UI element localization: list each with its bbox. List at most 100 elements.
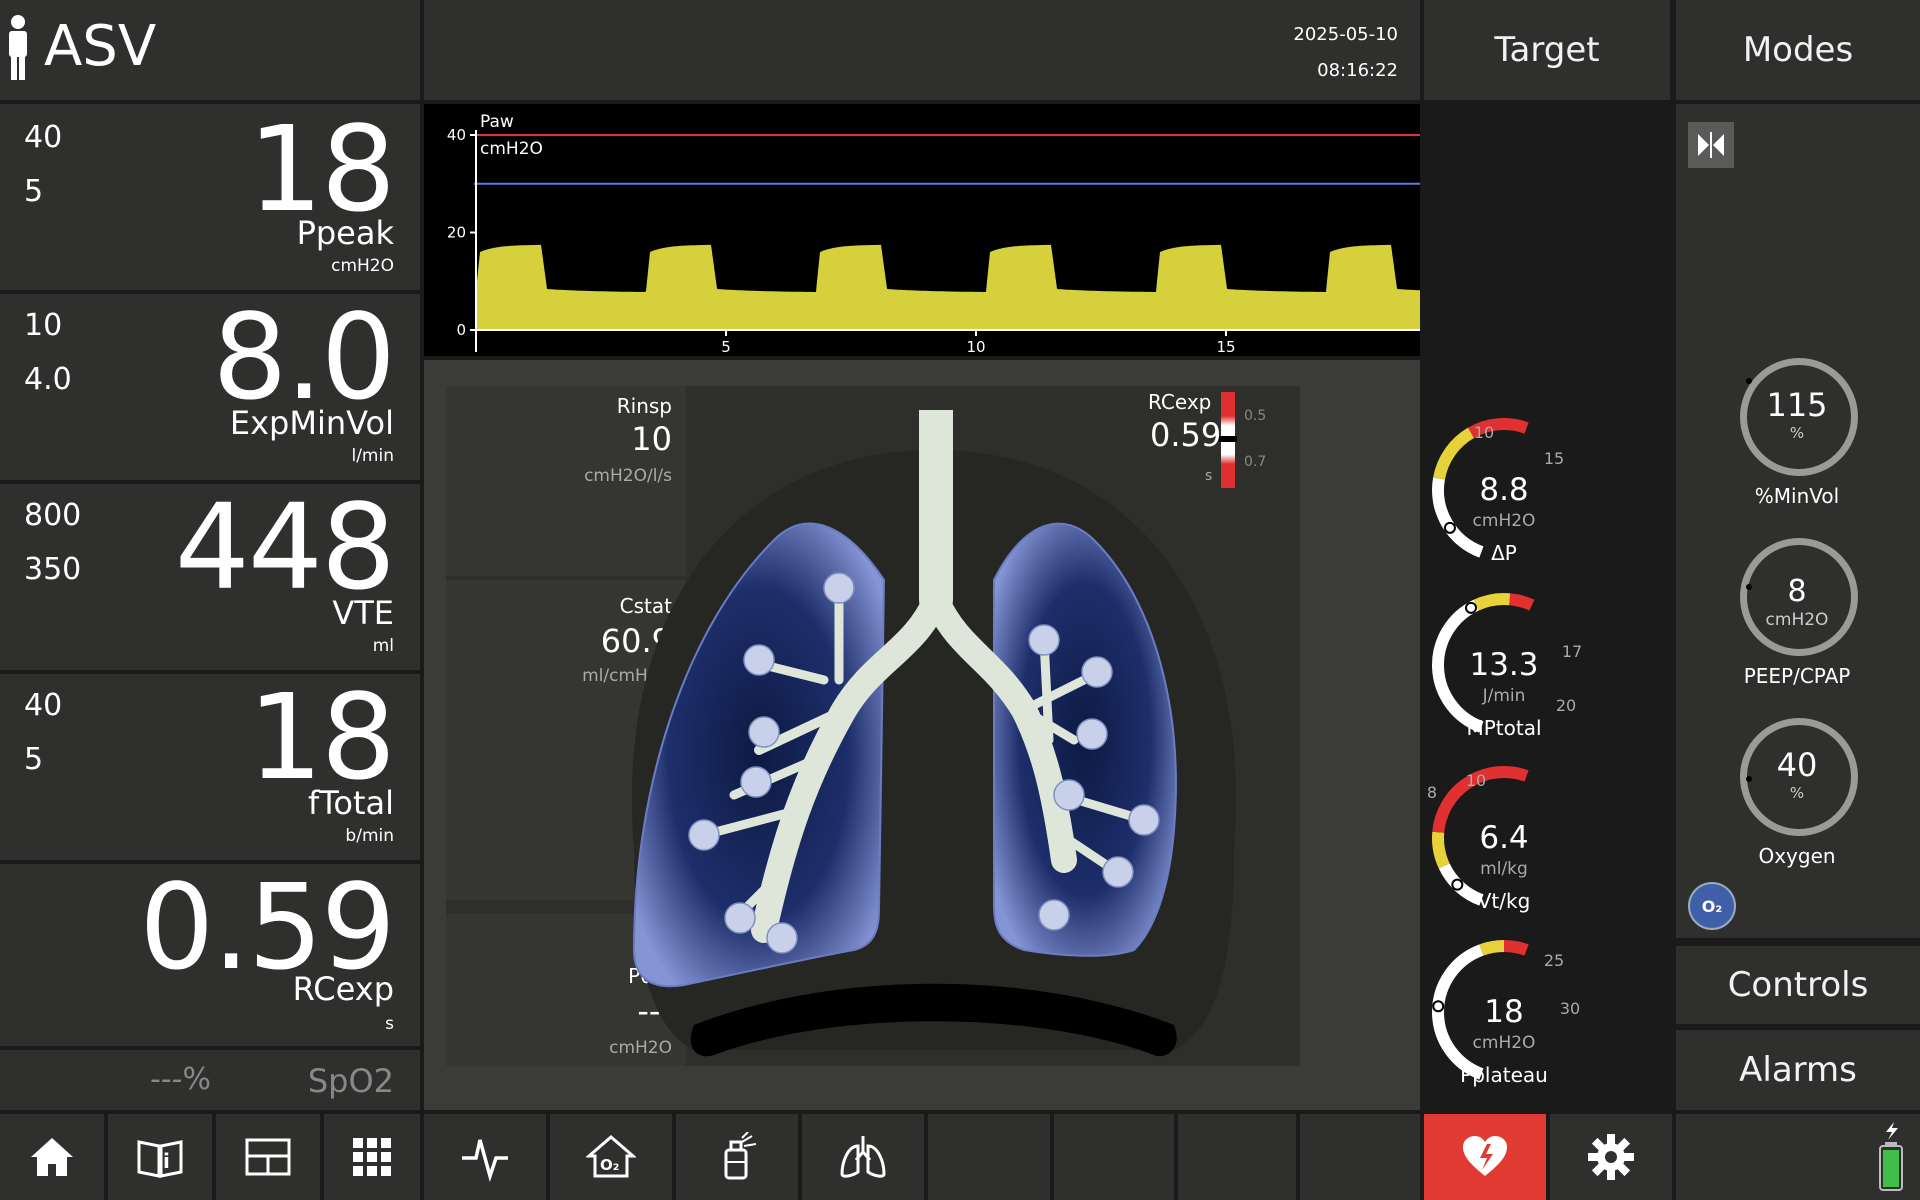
alarm-status-button[interactable] [1424, 1114, 1546, 1200]
setting-value: 115 [1766, 386, 1828, 424]
gauge-value: 6.4 [1479, 820, 1528, 856]
modes-label: Modes [1742, 30, 1854, 70]
rcexp-indicator-value: 0.59 [1150, 416, 1222, 454]
lung-graphic [631, 410, 1237, 1057]
system-settings-button[interactable] [1550, 1114, 1672, 1200]
gauge-value: 8.8 [1479, 472, 1528, 508]
gauge-indicator [1465, 601, 1477, 614]
gauge-limit-mark: 10 [1466, 771, 1486, 790]
setting-name: %MinVol [1754, 484, 1840, 508]
empty-nav-slot-3 [1178, 1114, 1296, 1200]
lungs-icon [840, 1136, 886, 1178]
setting-value: 8 [1787, 574, 1807, 609]
gauge-arc-segment [1479, 940, 1505, 956]
gauge-arc-segment [1508, 593, 1535, 611]
header-bar: 2025-05-10 08:16:22 [424, 0, 1420, 100]
collapse-panel-button[interactable] [1688, 122, 1734, 168]
apps-button[interactable] [324, 1114, 420, 1200]
y-tick-label: 40 [447, 126, 466, 144]
nebulizer-button[interactable] [676, 1114, 798, 1200]
layout-button[interactable] [216, 1114, 320, 1200]
maneuvers-button[interactable] [424, 1114, 546, 1200]
controls-label: Controls [1727, 965, 1869, 1005]
param-expminvol[interactable]: 10 4.0 8.0 ExpMinVol l/min [0, 294, 420, 480]
ftotal-unit: b/min [345, 826, 394, 846]
setting-oxygen[interactable]: 40% Oxygen [1738, 716, 1858, 886]
setting--minvol[interactable]: 115% %MinVol [1738, 356, 1858, 526]
layout-icon [245, 1138, 291, 1176]
setting-peep-cpap[interactable]: 8 cmH2O PEEP/CPAP [1738, 536, 1858, 706]
gauge-name: Pplateau [1460, 1063, 1548, 1087]
rcexp-unit: s [385, 1014, 394, 1034]
setting-unit: % [1789, 424, 1805, 442]
ppeak-low-limit: 5 [24, 174, 44, 209]
gauge-limit-mark: 17 [1562, 642, 1582, 661]
setting-name: Oxygen [1758, 844, 1836, 868]
gauge-name: MPtotal [1466, 716, 1541, 740]
target-button[interactable]: Target [1424, 0, 1670, 100]
setting-unit: % [1789, 784, 1805, 802]
settings-panel: 115% %MinVol 8 cmH2O PEEP/CPAP 40% Oxygen O₂ [1676, 104, 1920, 938]
param-spo2[interactable]: ---% SpO2 [0, 1050, 420, 1110]
waveform-icon [462, 1139, 508, 1182]
o2-enrichment-button[interactable]: O₂ [1688, 882, 1736, 930]
mode-display[interactable]: ASV [0, 0, 420, 100]
intelligent-panel-gauges: 8.8 cmH2O ΔP 10 15 13.3 J/min MPtotal 17 20 6.4 ml/… [1427, 418, 1582, 1087]
paw-unit: cmH2O [480, 139, 543, 159]
o2-therapy-button[interactable]: O₂ [550, 1114, 672, 1200]
x-tick-label: 15 [1216, 338, 1235, 356]
alarms-label: Alarms [1739, 1050, 1857, 1090]
gauge-arc-segment [1503, 940, 1529, 956]
ppeak-unit: cmH2O [331, 256, 394, 276]
pressure-waveform[interactable]: 402005101520 Paw cmH2O s [424, 104, 1420, 356]
y-tick-label: 0 [456, 321, 466, 339]
empty-nav-slot-2 [1054, 1114, 1174, 1200]
ppeak-name: Ppeak [296, 214, 394, 252]
param-ppeak[interactable]: 40 5 18 Ppeak cmH2O [0, 104, 420, 290]
y-tick-label: 20 [447, 224, 466, 242]
help-button[interactable]: i [108, 1114, 212, 1200]
param-rcexp[interactable]: 0.59 RCexp s [0, 864, 420, 1046]
gauge-1: 13.3 J/min MPtotal 17 20 [1432, 593, 1582, 740]
home-button[interactable] [0, 1114, 104, 1200]
ftotal-value: 18 [247, 668, 396, 806]
info-book-icon: i [137, 1140, 183, 1178]
gauge-indicator [1432, 1000, 1445, 1013]
empty-nav-slot-1 [928, 1114, 1050, 1200]
paw-waveform-trace [476, 244, 1420, 330]
gauge-arc-segment [1473, 593, 1511, 611]
gauge-0: 8.8 cmH2O ΔP 10 15 [1432, 418, 1564, 565]
empty-nav-slot-4 [1300, 1114, 1420, 1200]
rcexp-value: 0.59 [139, 858, 396, 996]
grid-icon [353, 1138, 391, 1176]
gauge-value: 18 [1484, 994, 1523, 1030]
gauge-arc-segment [1433, 427, 1475, 480]
alarms-button[interactable]: Alarms [1676, 1030, 1920, 1110]
modes-button[interactable]: Modes [1676, 0, 1920, 100]
lung-view-button[interactable] [802, 1114, 924, 1200]
setting-unit: cmH2O [1765, 610, 1829, 630]
gauge-limit-mark: 15 [1544, 449, 1564, 468]
x-tick-label: 5 [721, 338, 731, 356]
controls-button[interactable]: Controls [1676, 946, 1920, 1024]
param-ftotal[interactable]: 40 5 18 fTotal b/min [0, 674, 420, 860]
param-vte[interactable]: 800 350 448 VTE ml [0, 484, 420, 670]
setting-ring-marker [1746, 378, 1752, 384]
gauge-3: 18 cmH2O Pplateau 25 30 [1432, 940, 1580, 1087]
gauge-limit-mark: 30 [1560, 999, 1580, 1018]
o2-icon: O₂ [1701, 896, 1723, 916]
ftotal-name: fTotal [308, 784, 394, 822]
power-status[interactable] [1676, 1114, 1920, 1200]
rcexp-name: RCexp [292, 970, 394, 1008]
gauge-name: ΔP [1491, 541, 1517, 565]
gauge-unit: J/min [1482, 686, 1526, 706]
gauge-limit-mark: 20 [1556, 696, 1576, 715]
gauge-limit-mark: 25 [1544, 951, 1564, 970]
adult-patient-icon [9, 15, 27, 80]
nebulizer-icon [724, 1132, 757, 1180]
vte-unit: ml [372, 636, 394, 656]
expminvol-unit: l/min [351, 446, 394, 466]
svg-text:i: i [163, 1149, 170, 1173]
rcexp-scale-bottom: 0.7 [1244, 454, 1267, 470]
vte-high-limit: 800 [24, 498, 82, 533]
